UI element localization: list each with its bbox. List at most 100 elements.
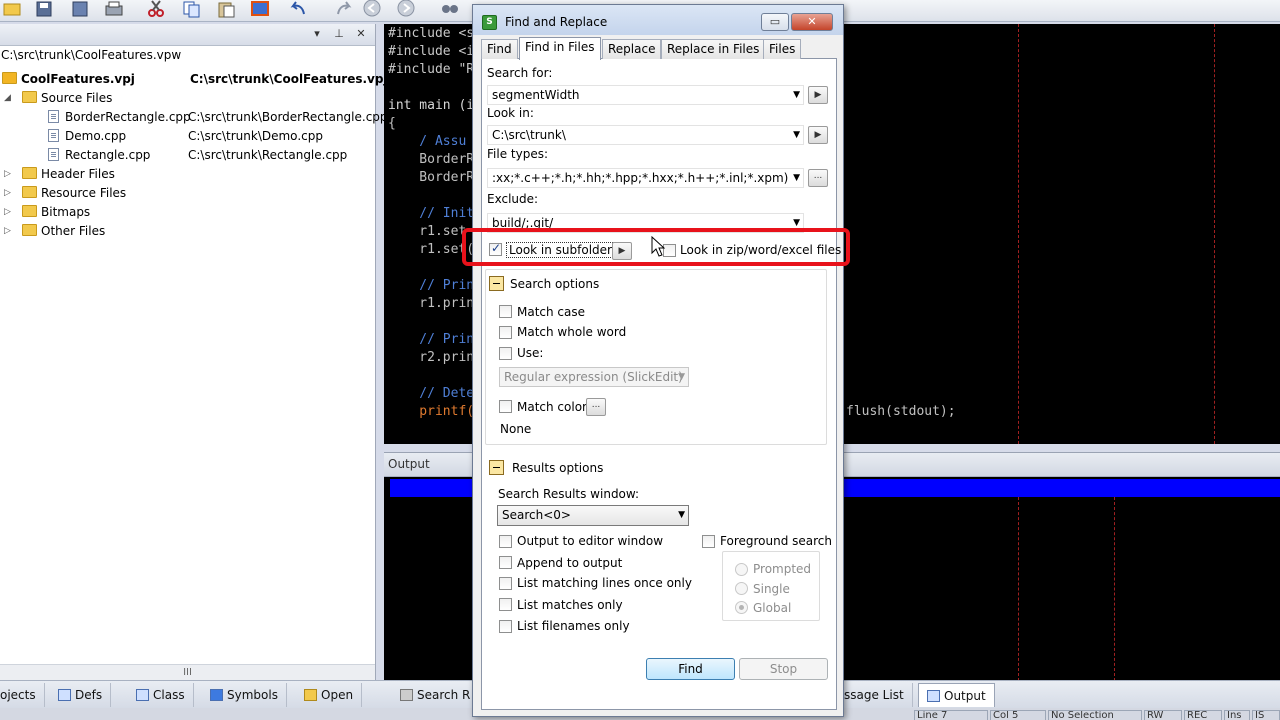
append-to-output-label[interactable]: Append to output	[517, 556, 622, 570]
status-selection: No Selection	[1048, 710, 1142, 720]
tree-item-file[interactable]: Demo.cpp C:\src\trunk\Demo.cpp	[48, 127, 374, 146]
tab-output[interactable]: Output	[918, 683, 995, 707]
match-color-label[interactable]: Match color	[517, 400, 587, 414]
collapsed-arrow-icon[interactable]: ▷	[4, 165, 11, 184]
dialog-titlebar[interactable]: S Find and Replace ▭ ✕	[473, 5, 843, 35]
margin-guide	[1114, 497, 1115, 681]
undo-icon[interactable]	[288, 0, 308, 18]
dropdown-arrow-icon[interactable]: ▼	[793, 169, 800, 187]
tab-projects[interactable]: ojects	[0, 683, 45, 707]
tab-defs[interactable]: Defs	[50, 683, 112, 707]
regex-type-select[interactable]: Regular expression (SlickEdit) ▼	[499, 367, 689, 387]
global-label: Global	[753, 601, 792, 615]
list-matching-lines-once-checkbox[interactable]	[499, 577, 512, 590]
project-panel-titlebar: ▾ ⊥ ✕	[0, 24, 375, 46]
match-color-button[interactable]: ...	[586, 398, 606, 416]
pin-icon[interactable]: ⊥	[332, 27, 346, 41]
tab-replace[interactable]: Replace	[602, 39, 662, 59]
panel-menu-icon[interactable]: ▾	[310, 27, 324, 41]
collapsed-arrow-icon[interactable]: ▷	[4, 184, 11, 203]
use-label[interactable]: Use:	[517, 346, 543, 360]
tab-search-results[interactable]: Search R	[392, 683, 480, 707]
match-color-checkbox[interactable]	[499, 400, 512, 413]
list-matching-lines-once-label[interactable]: List matching lines once only	[517, 576, 692, 590]
search-options-label: Search options	[510, 277, 600, 291]
tree-item-file[interactable]: Rectangle.cpp C:\src\trunk\Rectangle.cpp	[48, 146, 374, 165]
tree-item-other-files[interactable]: ▷ Other Files	[4, 222, 105, 241]
copy-icon[interactable]	[182, 0, 202, 18]
code-line: // Dete	[388, 386, 475, 401]
tab-class[interactable]: Class	[128, 683, 194, 707]
print-icon[interactable]	[104, 0, 124, 18]
tab-find-in-files[interactable]: Find in Files	[519, 37, 601, 60]
look-in-input[interactable]: C:\src\trunk\ ▼	[487, 125, 804, 145]
expand-arrow-icon[interactable]: ◢	[4, 89, 11, 108]
tree-item-source-files[interactable]: ◢ Source Files	[4, 89, 112, 108]
stop-button[interactable]: Stop	[739, 658, 828, 680]
foreground-search-checkbox[interactable]	[702, 535, 715, 548]
output-to-editor-checkbox[interactable]	[499, 535, 512, 548]
look-in-menu-button[interactable]: ▶	[808, 126, 828, 144]
folder-icon	[22, 224, 37, 236]
tab-symbols[interactable]: Symbols	[202, 683, 287, 707]
code-line: printf(	[388, 404, 475, 419]
code-line-tail: flush(stdout);	[846, 404, 956, 419]
match-whole-word-label[interactable]: Match whole word	[517, 325, 626, 339]
use-regex-checkbox[interactable]	[499, 347, 512, 360]
save-all-icon[interactable]	[70, 0, 90, 18]
file-types-browse-button[interactable]: ...	[808, 169, 828, 187]
tab-find[interactable]: Find	[481, 39, 518, 59]
tree-item-project[interactable]: CoolFeatures.vpj C:\src\trunk\CoolFeatur…	[2, 70, 388, 89]
paste-icon[interactable]	[216, 0, 236, 18]
tree-item-bitmaps[interactable]: ▷ Bitmaps	[4, 203, 90, 222]
select-icon[interactable]	[250, 0, 270, 18]
find-button[interactable]: Find	[646, 658, 735, 680]
search-for-label: Search for:	[487, 66, 553, 80]
collapsed-arrow-icon[interactable]: ▷	[4, 222, 11, 241]
search-results-window-select[interactable]: Search<0> ▼	[497, 505, 689, 526]
tab-open[interactable]: Open	[296, 683, 363, 707]
code-line: // Prin	[388, 332, 475, 347]
panel-close-icon[interactable]: ✕	[354, 27, 368, 41]
open-folder-icon[interactable]	[2, 0, 22, 18]
prompted-radio	[735, 563, 748, 576]
match-whole-word-checkbox[interactable]	[499, 326, 512, 339]
tab-files[interactable]: Files	[763, 39, 802, 59]
prompted-label: Prompted	[753, 562, 812, 576]
collapse-search-options-icon[interactable]	[489, 276, 504, 291]
tree-item-file[interactable]: BorderRectangle.cpp C:\src\trunk\BorderR…	[48, 108, 388, 127]
symbols-icon	[210, 689, 223, 701]
file-types-input[interactable]: :xx;*.c++;*.h;*.hh;*.hpp;*.hxx;*.h++;*.i…	[487, 168, 804, 188]
dropdown-arrow-icon[interactable]: ▼	[793, 126, 800, 144]
match-case-checkbox[interactable]	[499, 305, 512, 318]
append-to-output-checkbox[interactable]	[499, 556, 512, 569]
redo-icon[interactable]	[334, 0, 354, 18]
tab-replace-in-files[interactable]: Replace in Files	[661, 39, 766, 59]
save-icon[interactable]	[34, 0, 54, 18]
search-for-input[interactable]: segmentWidth ▼	[487, 85, 804, 105]
close-button[interactable]: ✕	[791, 13, 833, 31]
global-radio	[735, 601, 748, 614]
collapsed-arrow-icon[interactable]: ▷	[4, 203, 11, 222]
minimize-button[interactable]: ▭	[761, 13, 789, 31]
tab-message-list[interactable]: ssage List	[836, 683, 913, 707]
dropdown-arrow-icon[interactable]: ▼	[678, 506, 685, 524]
tree-item-resource-files[interactable]: ▷ Resource Files	[4, 184, 126, 203]
back-icon[interactable]	[362, 0, 382, 18]
list-filenames-only-label[interactable]: List filenames only	[517, 619, 630, 633]
collapse-results-options-icon[interactable]	[489, 460, 504, 475]
cut-icon[interactable]	[146, 0, 166, 18]
forward-icon[interactable]	[396, 0, 416, 18]
match-case-label[interactable]: Match case	[517, 305, 585, 319]
list-matches-only-checkbox[interactable]	[499, 598, 512, 611]
list-filenames-only-checkbox[interactable]	[499, 620, 512, 633]
search-menu-button[interactable]: ▶	[808, 86, 828, 104]
dropdown-arrow-icon[interactable]: ▼	[793, 86, 800, 104]
workspace-path: C:\src\trunk\CoolFeatures.vpw	[1, 48, 182, 62]
tree-item-header-files[interactable]: ▷ Header Files	[4, 165, 115, 184]
horizontal-scrollbar[interactable]: III	[0, 664, 375, 680]
output-to-editor-label[interactable]: Output to editor window	[517, 534, 663, 548]
find-binoculars-icon[interactable]	[440, 0, 460, 18]
list-matches-only-label[interactable]: List matches only	[517, 598, 623, 612]
foreground-search-label[interactable]: Foreground search	[720, 534, 832, 548]
